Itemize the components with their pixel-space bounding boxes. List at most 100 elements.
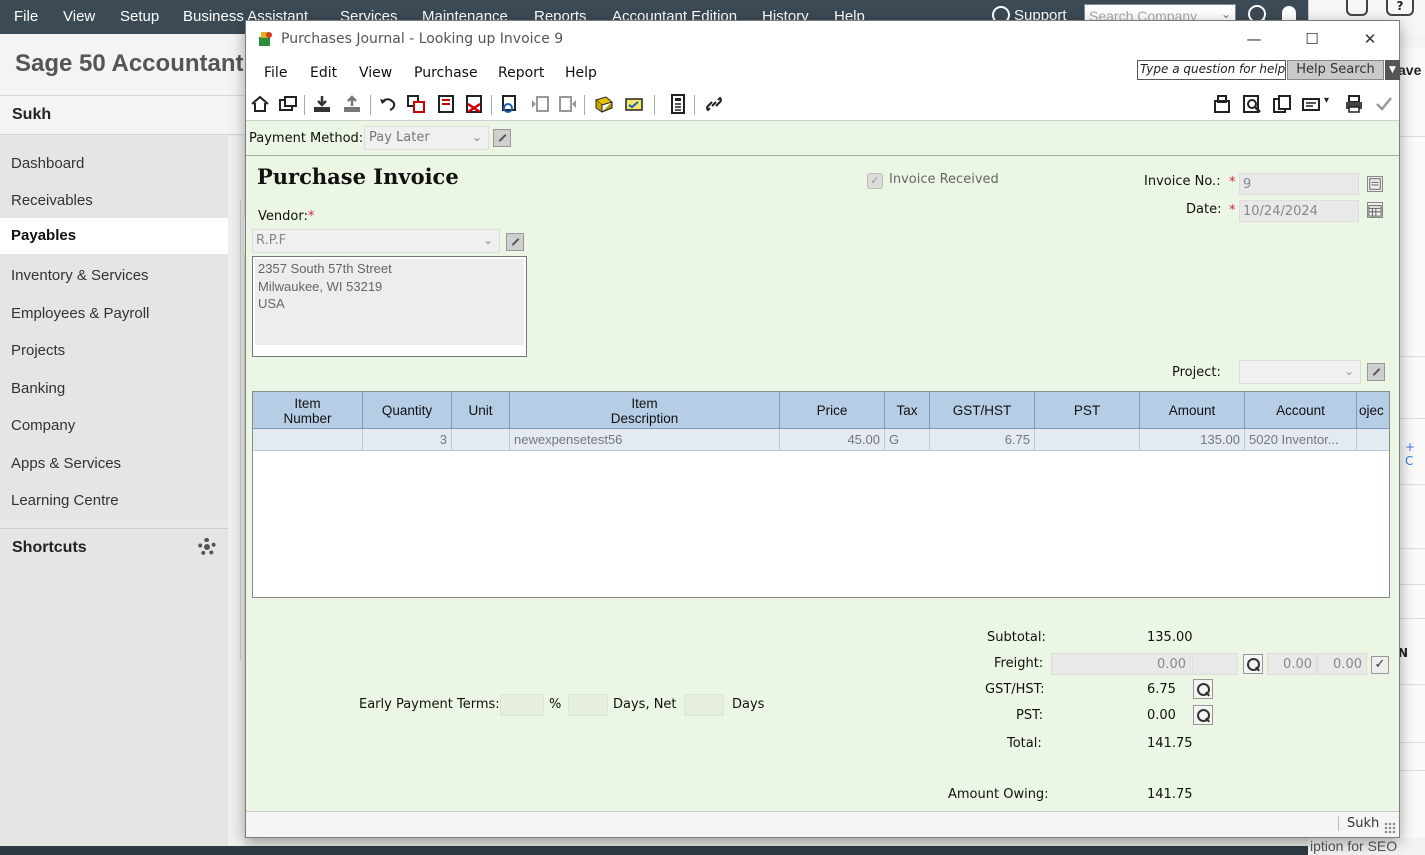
invoice-lookup-icon[interactable] xyxy=(1367,176,1383,192)
dialog-menu-view[interactable]: View xyxy=(359,65,392,81)
col-project[interactable]: ojec xyxy=(1357,392,1389,429)
col-tax[interactable]: Tax xyxy=(885,392,930,429)
sidebar-item-inventory[interactable]: Inventory & Services xyxy=(0,258,228,294)
date-field[interactable]: 10/24/2024 xyxy=(1239,200,1359,222)
chevron-down-icon[interactable]: ⌄ xyxy=(483,233,493,247)
copy-icon[interactable] xyxy=(406,94,426,114)
invoice-no-field[interactable]: 9 xyxy=(1239,173,1359,195)
close-icon[interactable]: ✕ xyxy=(1347,26,1393,52)
cell-tax[interactable]: G xyxy=(885,429,930,451)
early-payment-days-field[interactable] xyxy=(568,694,608,716)
documents-icon[interactable] xyxy=(1272,94,1292,114)
freight-tax2[interactable]: 0.00 xyxy=(1317,653,1367,675)
freight-tax1[interactable]: 0.00 xyxy=(1267,653,1317,675)
cell-pst[interactable] xyxy=(1035,429,1140,451)
cell-item-number[interactable] xyxy=(253,429,363,451)
recall-icon[interactable] xyxy=(624,94,644,114)
col-unit[interactable]: Unit xyxy=(452,392,510,429)
sidebar-item-learning[interactable]: Learning Centre xyxy=(0,483,228,519)
col-amount[interactable]: Amount xyxy=(1140,392,1245,429)
col-pst[interactable]: PST xyxy=(1035,392,1140,429)
help-icon[interactable]: ? xyxy=(1386,0,1414,16)
sidebar-item-dashboard[interactable]: Dashboard xyxy=(0,146,228,182)
col-quantity[interactable]: Quantity xyxy=(363,392,452,429)
pin-icon[interactable] xyxy=(493,129,511,147)
menu-setup[interactable]: Setup xyxy=(120,8,159,25)
undo-icon[interactable] xyxy=(378,94,398,114)
dialog-menu-help[interactable]: Help xyxy=(565,65,597,81)
post-check-icon[interactable] xyxy=(1374,94,1394,114)
project-pin-icon[interactable] xyxy=(1367,363,1385,381)
email-dropdown-icon[interactable]: ▾ xyxy=(1324,95,1344,115)
calculator-icon[interactable] xyxy=(668,94,688,114)
chevron-down-icon[interactable]: ⌄ xyxy=(472,130,482,144)
cell-description[interactable]: newexpensetest56 xyxy=(510,429,780,451)
menu-file[interactable]: File xyxy=(14,8,38,25)
sidebar-item-receivables[interactable]: Receivables xyxy=(0,183,228,219)
previous-icon[interactable] xyxy=(530,94,550,114)
dialog-menu-file[interactable]: File xyxy=(264,65,287,81)
help-search-button[interactable]: Help Search xyxy=(1287,60,1384,80)
email-icon[interactable] xyxy=(1301,94,1321,114)
help-dropdown-icon[interactable]: ▼ xyxy=(1385,60,1400,80)
project-select[interactable]: ⌄ xyxy=(1239,360,1361,384)
early-payment-percent-field[interactable] xyxy=(500,694,544,716)
help-question-input[interactable]: Type a question for help xyxy=(1137,60,1286,80)
col-account[interactable]: Account xyxy=(1245,392,1357,429)
sidebar-item-company[interactable]: Company xyxy=(0,408,228,444)
col-gst-hst[interactable]: GST/HST xyxy=(930,392,1035,429)
dialog-menu-purchase[interactable]: Purchase xyxy=(414,65,478,81)
maximize-icon[interactable]: ☐ xyxy=(1289,26,1335,52)
gst-zoom-icon[interactable] xyxy=(1193,679,1213,699)
sidebar-item-apps[interactable]: Apps & Services xyxy=(0,446,228,482)
freight-check-icon[interactable]: ✓ xyxy=(1371,656,1389,674)
download-icon[interactable] xyxy=(312,94,332,114)
dialog-menu-report[interactable]: Report xyxy=(498,65,544,81)
vendor-address-box[interactable]: 2357 South 57th Street Milwaukee, WI 532… xyxy=(252,256,527,357)
sidebar-item-employees[interactable]: Employees & Payroll xyxy=(0,296,228,332)
payment-method-select[interactable]: Pay Later ⌄ xyxy=(364,126,489,150)
sidebar-item-payables[interactable]: Payables xyxy=(0,218,245,254)
cell-project[interactable] xyxy=(1357,429,1389,451)
freight-field[interactable]: 0.00 xyxy=(1051,653,1191,675)
pst-zoom-icon[interactable] xyxy=(1193,705,1213,725)
sidebar-item-projects[interactable]: Projects xyxy=(0,333,228,369)
cell-quantity[interactable]: 3 xyxy=(363,429,452,451)
freight-tax-code[interactable] xyxy=(1192,653,1238,675)
notification-icon[interactable] xyxy=(1346,0,1368,16)
preview-icon[interactable] xyxy=(1242,94,1262,114)
store-icon[interactable] xyxy=(594,94,614,114)
window-icon[interactable] xyxy=(278,94,298,114)
home-icon[interactable] xyxy=(250,94,270,114)
cell-amount[interactable]: 135.00 xyxy=(1140,429,1245,451)
cell-unit[interactable] xyxy=(452,429,510,451)
lookup-icon[interactable] xyxy=(500,94,520,114)
adjust-icon[interactable] xyxy=(436,94,456,114)
sidebar-item-banking[interactable]: Banking xyxy=(0,371,228,407)
next-icon[interactable] xyxy=(558,94,578,114)
cell-gst-hst[interactable]: 6.75 xyxy=(930,429,1035,451)
gear-icon[interactable] xyxy=(198,538,216,556)
col-item-number[interactable]: Item Number xyxy=(253,392,363,429)
window-titlebar[interactable]: Purchases Journal - Looking up Invoice 9… xyxy=(246,21,1399,57)
invoice-received-checkbox[interactable]: ✓ xyxy=(867,173,883,189)
link-icon[interactable] xyxy=(704,94,724,114)
col-price[interactable]: Price xyxy=(780,392,885,429)
reverse-icon[interactable] xyxy=(464,94,484,114)
save-fragment[interactable]: ave xyxy=(1398,62,1421,78)
menu-view[interactable]: View xyxy=(63,8,95,25)
dialog-menu-edit[interactable]: Edit xyxy=(310,65,337,81)
freight-zoom-icon[interactable] xyxy=(1243,654,1263,674)
col-description[interactable]: Item Description xyxy=(510,392,780,429)
upload-icon[interactable] xyxy=(342,94,362,114)
resize-grip-icon[interactable] xyxy=(1384,822,1396,834)
chevron-down-icon[interactable]: ⌄ xyxy=(1221,7,1231,21)
add-fragment[interactable]: + C xyxy=(1405,440,1425,468)
minimize-icon[interactable]: — xyxy=(1231,26,1277,52)
cell-account[interactable]: 5020 Inventor... xyxy=(1245,429,1357,451)
net-days-field[interactable] xyxy=(684,694,724,716)
vendor-pin-icon[interactable] xyxy=(506,233,524,251)
calendar-icon[interactable] xyxy=(1367,202,1383,218)
chevron-down-icon[interactable]: ⌄ xyxy=(1344,364,1354,378)
vendor-list-icon[interactable] xyxy=(1212,94,1232,114)
